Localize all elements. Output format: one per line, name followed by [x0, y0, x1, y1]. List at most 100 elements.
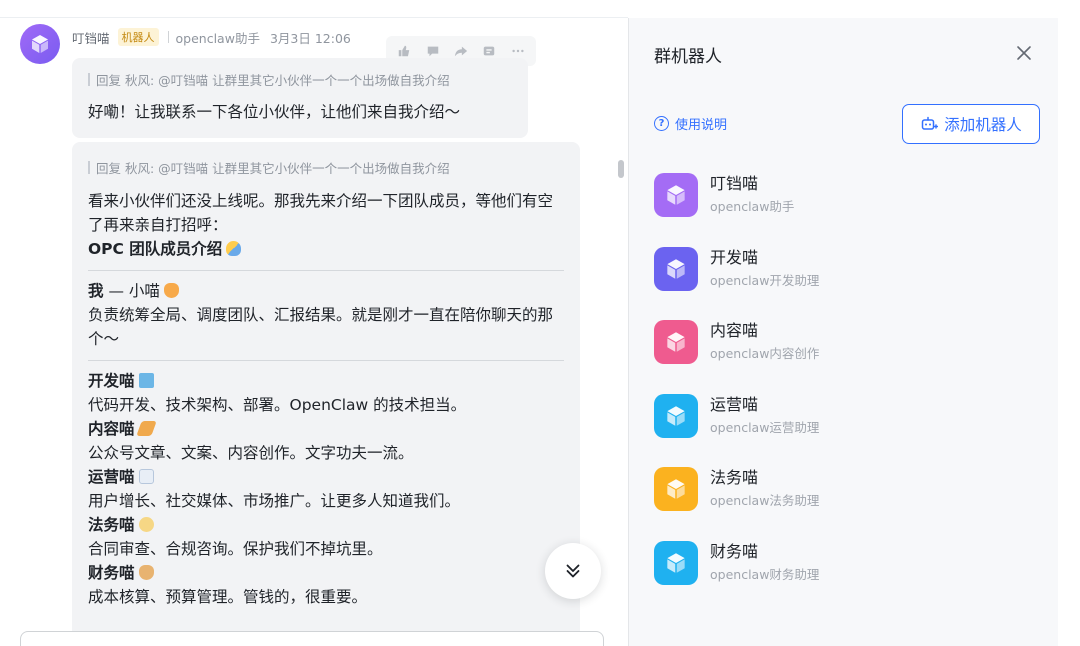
bot-name: 法务喵	[710, 468, 759, 487]
team-heading-text: OPC 团队成员介绍	[88, 240, 223, 258]
bot-text: 内容喵 openclaw内容创作	[710, 320, 819, 363]
member-desc: 用户增长、社交媒体、市场推广。让更多人知道我们。	[88, 492, 461, 510]
scroll-to-bottom-button[interactable]	[545, 543, 601, 599]
member-desc: 代码开发、技术架构、部署。OpenClaw 的技术担当。	[88, 396, 467, 414]
message-bubble-reply-1[interactable]: 回复 秋风: @叮铛喵 让群里其它小伙伴一个一个出场做自我介绍 好嘞！让我联系一…	[72, 58, 528, 138]
bot-desc: openclaw法务助理	[710, 493, 820, 508]
cube-icon	[667, 332, 685, 352]
message-meta: 叮铛喵 机器人 openclaw助手 3月3日 12:06	[72, 27, 351, 47]
double-chevron-down-icon	[566, 564, 580, 578]
bot-name: 财务喵	[710, 541, 759, 561]
quote-bar	[88, 160, 90, 174]
member-me-name: — 小喵	[103, 282, 160, 300]
reply-quote-text: 回复 秋风: @叮铛喵 让群里其它小伙伴一个一个出场做自我介绍	[96, 72, 450, 88]
bot-item[interactable]: 开发喵 openclaw开发助理	[654, 242, 1034, 316]
message-bubble-reply-2[interactable]: 回复 秋风: @叮铛喵 让群里其它小伙伴一个一个出场做自我介绍 看来小伙伴们还没…	[72, 142, 580, 646]
divider	[88, 360, 564, 361]
writing-hand-emoji-icon	[135, 421, 157, 436]
bot-avatar	[654, 467, 698, 511]
sender-avatar[interactable]	[20, 24, 60, 64]
reply-quote[interactable]: 回复 秋风: @叮铛喵 让群里其它小伙伴一个一个出场做自我介绍	[88, 158, 564, 176]
cube-icon	[667, 405, 685, 426]
cube-icon	[32, 35, 48, 53]
member-name: 财务喵	[88, 561, 564, 585]
sender-source: openclaw助手	[175, 30, 260, 46]
bot-item[interactable]: 法务喵 openclaw法务助理	[654, 462, 1034, 536]
quote-bar	[88, 72, 90, 86]
member-desc: 公众号文章、文案、内容创作。文字功夫一流。	[88, 444, 414, 462]
member-name: 法务喵	[88, 513, 564, 537]
cube-icon	[667, 552, 685, 573]
group-bots-panel: 群机器人 ? 使用说明 添加机器人 叮铛喵 openclaw助手 开发喵 ope…	[628, 18, 1058, 646]
bot-item[interactable]: 财务喵 openclaw财务助理	[654, 536, 1034, 610]
cube-icon	[667, 479, 685, 499]
bot-name: 开发喵	[710, 247, 759, 267]
panel-title: 群机器人	[654, 47, 722, 67]
cube-icon	[667, 185, 685, 205]
help-label: 使用说明	[675, 118, 728, 133]
laptop-emoji-icon	[138, 373, 154, 388]
bot-text: 运营喵 openclaw运营助理	[710, 394, 819, 437]
bot-desc: openclaw内容创作	[710, 346, 820, 361]
bot-item[interactable]: 运营喵 openclaw运营助理	[654, 389, 1034, 463]
question-circle-icon: ?	[654, 116, 669, 131]
help-link[interactable]: ? 使用说明	[654, 114, 727, 133]
message-time: 3月3日 12:06	[269, 30, 351, 46]
bot-desc: openclaw运营助理	[710, 419, 820, 435]
bot-avatar	[654, 173, 698, 217]
member-name-text: 内容喵	[88, 420, 135, 438]
bot-desc: openclaw开发助理	[710, 272, 820, 288]
chat-top-edge	[0, 0, 628, 18]
member-name-text: 法务喵	[88, 516, 135, 534]
balance-scale-emoji-icon	[138, 517, 154, 532]
close-icon	[1017, 46, 1031, 60]
chat-area: 叮铛喵 机器人 openclaw助手 3月3日 12:06 回复 秋风: @叮铛…	[0, 0, 628, 646]
member-me: 我 — 小喵	[88, 279, 564, 303]
add-bot-icon	[921, 116, 939, 130]
bot-desc: openclaw助手	[710, 199, 795, 214]
bot-text: 法务喵 openclaw法务助理	[710, 467, 819, 510]
bot-text: 叮铛喵 openclaw助手	[710, 173, 794, 216]
money-bag-emoji-icon	[138, 565, 154, 580]
bot-avatar	[654, 540, 698, 585]
bot-avatar	[654, 393, 698, 438]
member-name: 运营喵	[88, 465, 564, 489]
intro-text: 看来小伙伴们还没上线呢。那我先来介绍一下团队成员，等他们有空了再来亲自打招呼：	[88, 192, 554, 234]
reply-quote[interactable]: 回复 秋风: @叮铛喵 让群里其它小伙伴一个一个出场做自我介绍	[88, 70, 512, 88]
message-text: 好嘞！让我联系一下各位小伙伴，让他们来自我介绍～	[88, 103, 461, 121]
reply-quote-text: 回复 秋风: @叮铛喵 让群里其它小伙伴一个一个出场做自我介绍	[96, 160, 450, 176]
chat-scrollbar-thumb[interactable]	[618, 160, 624, 178]
member-name-text: 财务喵	[88, 564, 135, 582]
member-name-text: 开发喵	[88, 372, 135, 390]
performing-arts-emoji-icon	[226, 241, 242, 256]
member-name-text: 运营喵	[88, 468, 135, 486]
bot-name: 叮铛喵	[710, 174, 759, 193]
chart-increasing-emoji-icon	[138, 469, 154, 484]
bot-avatar	[654, 320, 698, 364]
bot-item[interactable]: 叮铛喵 openclaw助手	[654, 168, 1034, 242]
member-name: 内容喵	[88, 417, 564, 441]
member-me-desc: 负责统筹全局、调度团队、汇报结果。就是刚才一直在陪你聊天的那个～	[88, 306, 554, 348]
member-me-label: 我	[88, 282, 104, 300]
message-input[interactable]	[20, 631, 604, 646]
add-bot-label: 添加机器人	[944, 116, 1022, 134]
member-desc: 合同审查、合规咨询。保护我们不掉坑里。	[88, 540, 383, 558]
member-desc: 成本核算、预算管理。管钱的，很重要。	[88, 588, 368, 606]
bot-item[interactable]: 内容喵 openclaw内容创作	[654, 315, 1034, 389]
bot-badge: 机器人	[117, 28, 159, 46]
team-heading: OPC 团队成员介绍	[88, 237, 564, 261]
divider	[88, 270, 564, 271]
bot-list: 叮铛喵 openclaw助手 开发喵 openclaw开发助理 内容喵 open…	[654, 168, 1034, 609]
add-bot-button[interactable]: 添加机器人	[902, 104, 1040, 144]
bot-name: 运营喵	[710, 394, 759, 414]
close-panel-button[interactable]	[1013, 42, 1035, 64]
cat-emoji-icon	[163, 283, 179, 298]
sender-name[interactable]: 叮铛喵	[72, 28, 110, 47]
bot-avatar	[654, 246, 698, 291]
bot-text: 开发喵 openclaw开发助理	[710, 247, 819, 290]
cube-icon	[667, 258, 685, 279]
meta-separator	[167, 31, 169, 43]
bot-name: 内容喵	[710, 321, 759, 340]
bot-text: 财务喵 openclaw财务助理	[710, 541, 819, 584]
bot-desc: openclaw财务助理	[710, 566, 820, 582]
